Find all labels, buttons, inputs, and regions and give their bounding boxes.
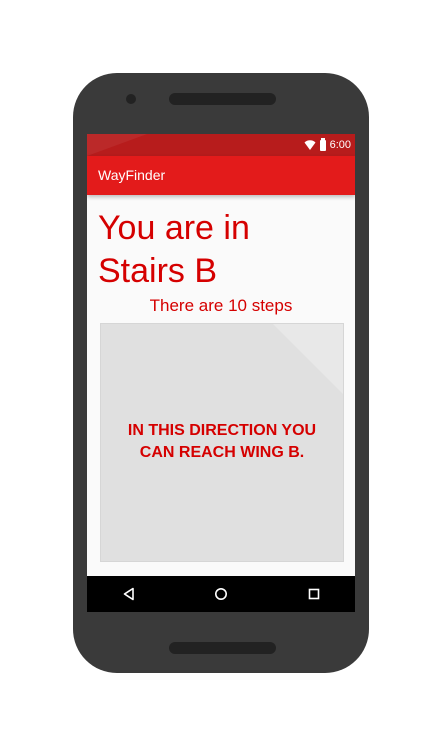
top-speaker (169, 93, 276, 105)
headline-line-1: You are in (98, 209, 250, 247)
status-bar: 6:00 (87, 134, 355, 156)
bottom-speaker (169, 642, 276, 654)
status-time: 6:00 (329, 139, 351, 151)
steps-count-text: There are 10 steps (149, 296, 293, 315)
direction-line-2: CAN REACH WING B. (139, 444, 305, 461)
back-button[interactable] (121, 586, 137, 602)
location-headline: You are in Stairs B (98, 207, 348, 293)
status-bar-shade (87, 134, 147, 156)
headline-line-2: Stairs B (98, 252, 218, 290)
direction-text: IN THIS DIRECTION YOU CAN REACH WING B. (111, 420, 333, 464)
home-button[interactable] (213, 586, 229, 602)
camera (126, 94, 136, 104)
navigation-bar (87, 576, 355, 612)
back-icon (123, 587, 134, 601)
direction-card[interactable]: IN THIS DIRECTION YOU CAN REACH WING B. (100, 323, 344, 562)
card-shine (273, 324, 343, 394)
recents-button[interactable] (306, 586, 322, 602)
screen: 6:00 WayFinder You are in Stairs B There… (87, 134, 355, 612)
direction-line-1: IN THIS DIRECTION YOU (127, 422, 317, 439)
app-bar: WayFinder (87, 156, 355, 195)
battery-icon (319, 137, 326, 151)
recents-icon (308, 588, 320, 600)
home-icon (215, 588, 227, 600)
wifi-icon (304, 140, 316, 150)
status-icons: 6:00 (304, 137, 351, 153)
phone-frame: 6:00 WayFinder You are in Stairs B There… (73, 73, 369, 673)
app-title: WayFinder (98, 167, 166, 183)
